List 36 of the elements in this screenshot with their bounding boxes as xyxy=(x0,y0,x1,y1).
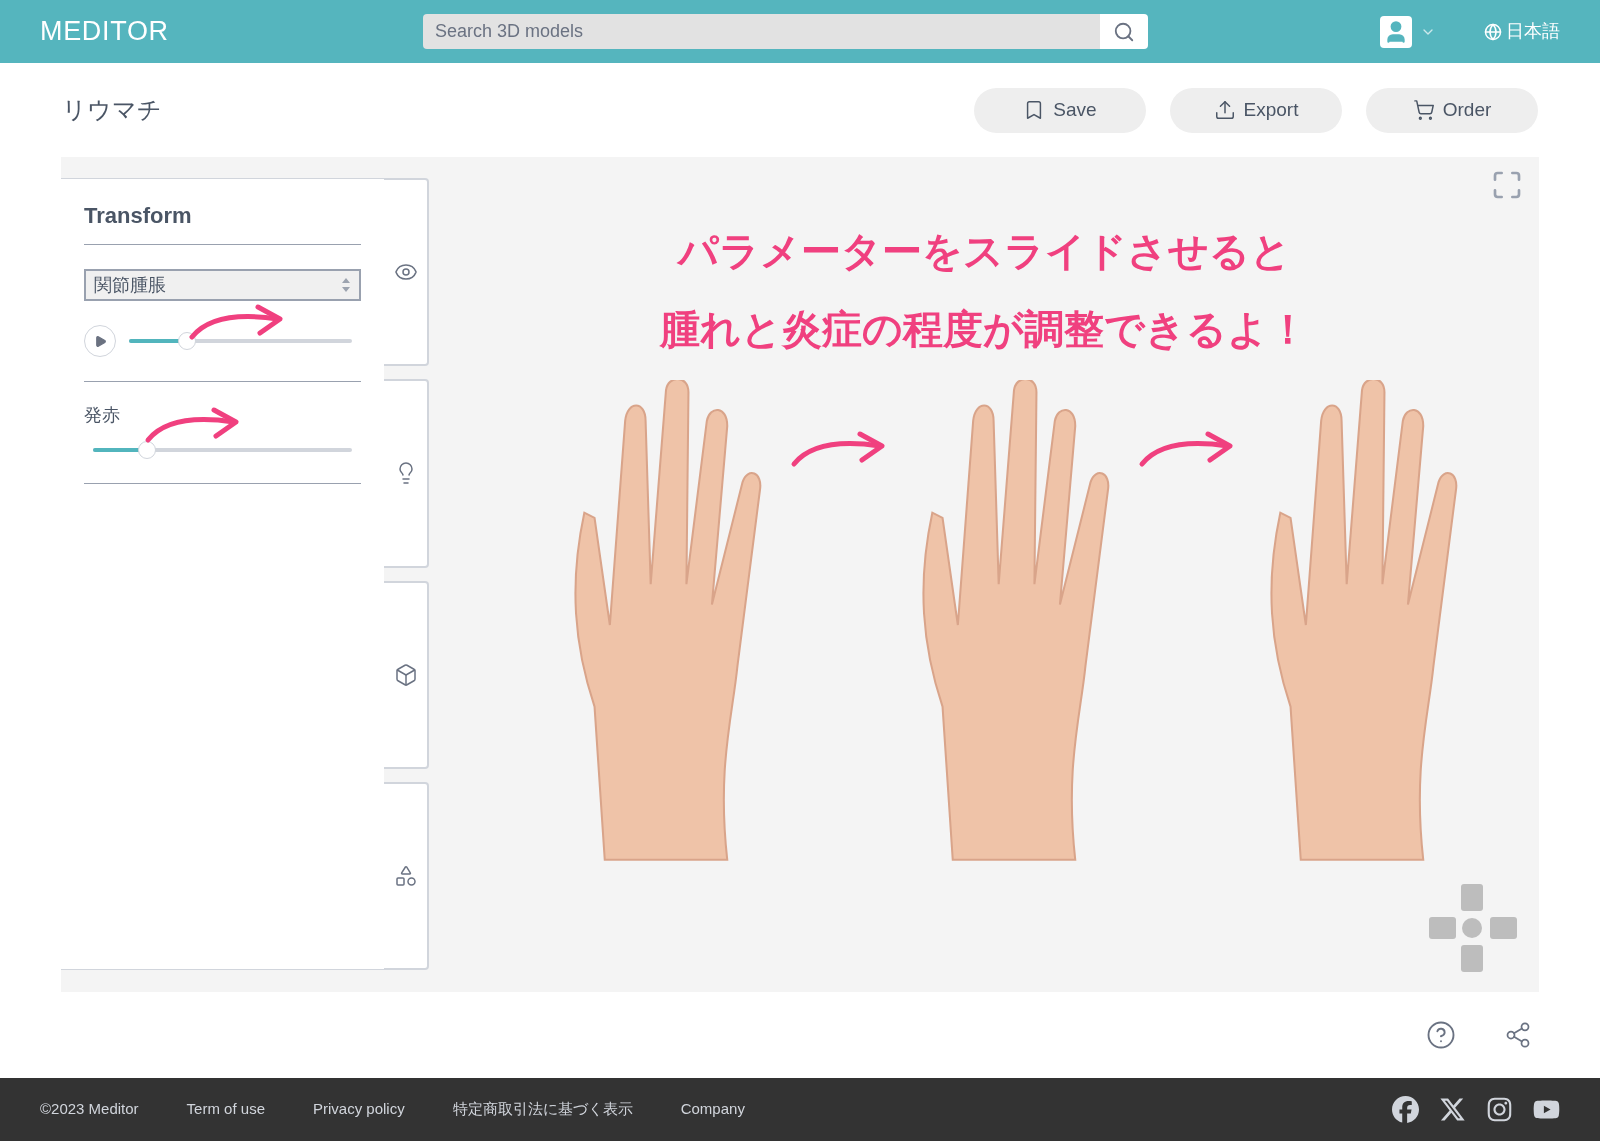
footer-link[interactable]: Term of use xyxy=(186,1098,265,1121)
parameter-select[interactable]: 関節腫脹 xyxy=(84,269,361,301)
fullscreen-button[interactable] xyxy=(1491,169,1523,201)
slider-thumb[interactable] xyxy=(138,441,157,459)
rotation-pad-icon[interactable] xyxy=(1429,884,1517,972)
x-icon[interactable] xyxy=(1439,1096,1466,1123)
search-button[interactable] xyxy=(1100,14,1148,49)
updown-caret-icon xyxy=(341,277,351,293)
side-tab[interactable] xyxy=(384,178,429,367)
action-button[interactable]: Order xyxy=(1366,87,1538,133)
footer-link[interactable]: 特定商取引法に基づく表示 xyxy=(452,1098,633,1121)
slider-label: 発赤 xyxy=(84,404,120,427)
side-tab[interactable] xyxy=(384,781,429,970)
annotation-text: 腫れと炎症の程度が調整できるよ！ xyxy=(660,306,1308,353)
footer-link[interactable]: Company xyxy=(680,1098,745,1121)
side-tab[interactable] xyxy=(384,580,429,769)
search-icon xyxy=(1113,20,1135,43)
play-button[interactable] xyxy=(84,325,116,357)
action-button[interactable]: Save xyxy=(974,87,1146,133)
footer-link[interactable]: Privacy policy xyxy=(313,1098,405,1121)
model-title: リウマチ xyxy=(62,95,163,125)
facebook-icon[interactable] xyxy=(1392,1096,1419,1123)
model-viewer[interactable]: Transform 関節腫脹 発赤 パラメーターをスライドさせると 腫れと炎症の程度が調整できるよ！ xyxy=(61,157,1539,992)
annotation-text: パラメーターをスライドさせると xyxy=(677,228,1291,275)
side-tab[interactable] xyxy=(384,379,429,568)
shapes-icon xyxy=(393,863,418,888)
copyright-text: ©2023 Meditor xyxy=(40,1099,139,1120)
cube-icon xyxy=(393,662,418,687)
panel-title: Transform xyxy=(84,179,361,245)
instagram-icon[interactable] xyxy=(1486,1096,1513,1123)
search-field[interactable]: Search 3D models xyxy=(423,14,1100,49)
action-button[interactable]: Export xyxy=(1170,87,1342,133)
share-button[interactable] xyxy=(1504,1021,1532,1049)
help-button[interactable] xyxy=(1426,1020,1456,1050)
globe-icon xyxy=(1484,22,1502,41)
play-icon xyxy=(93,334,107,348)
